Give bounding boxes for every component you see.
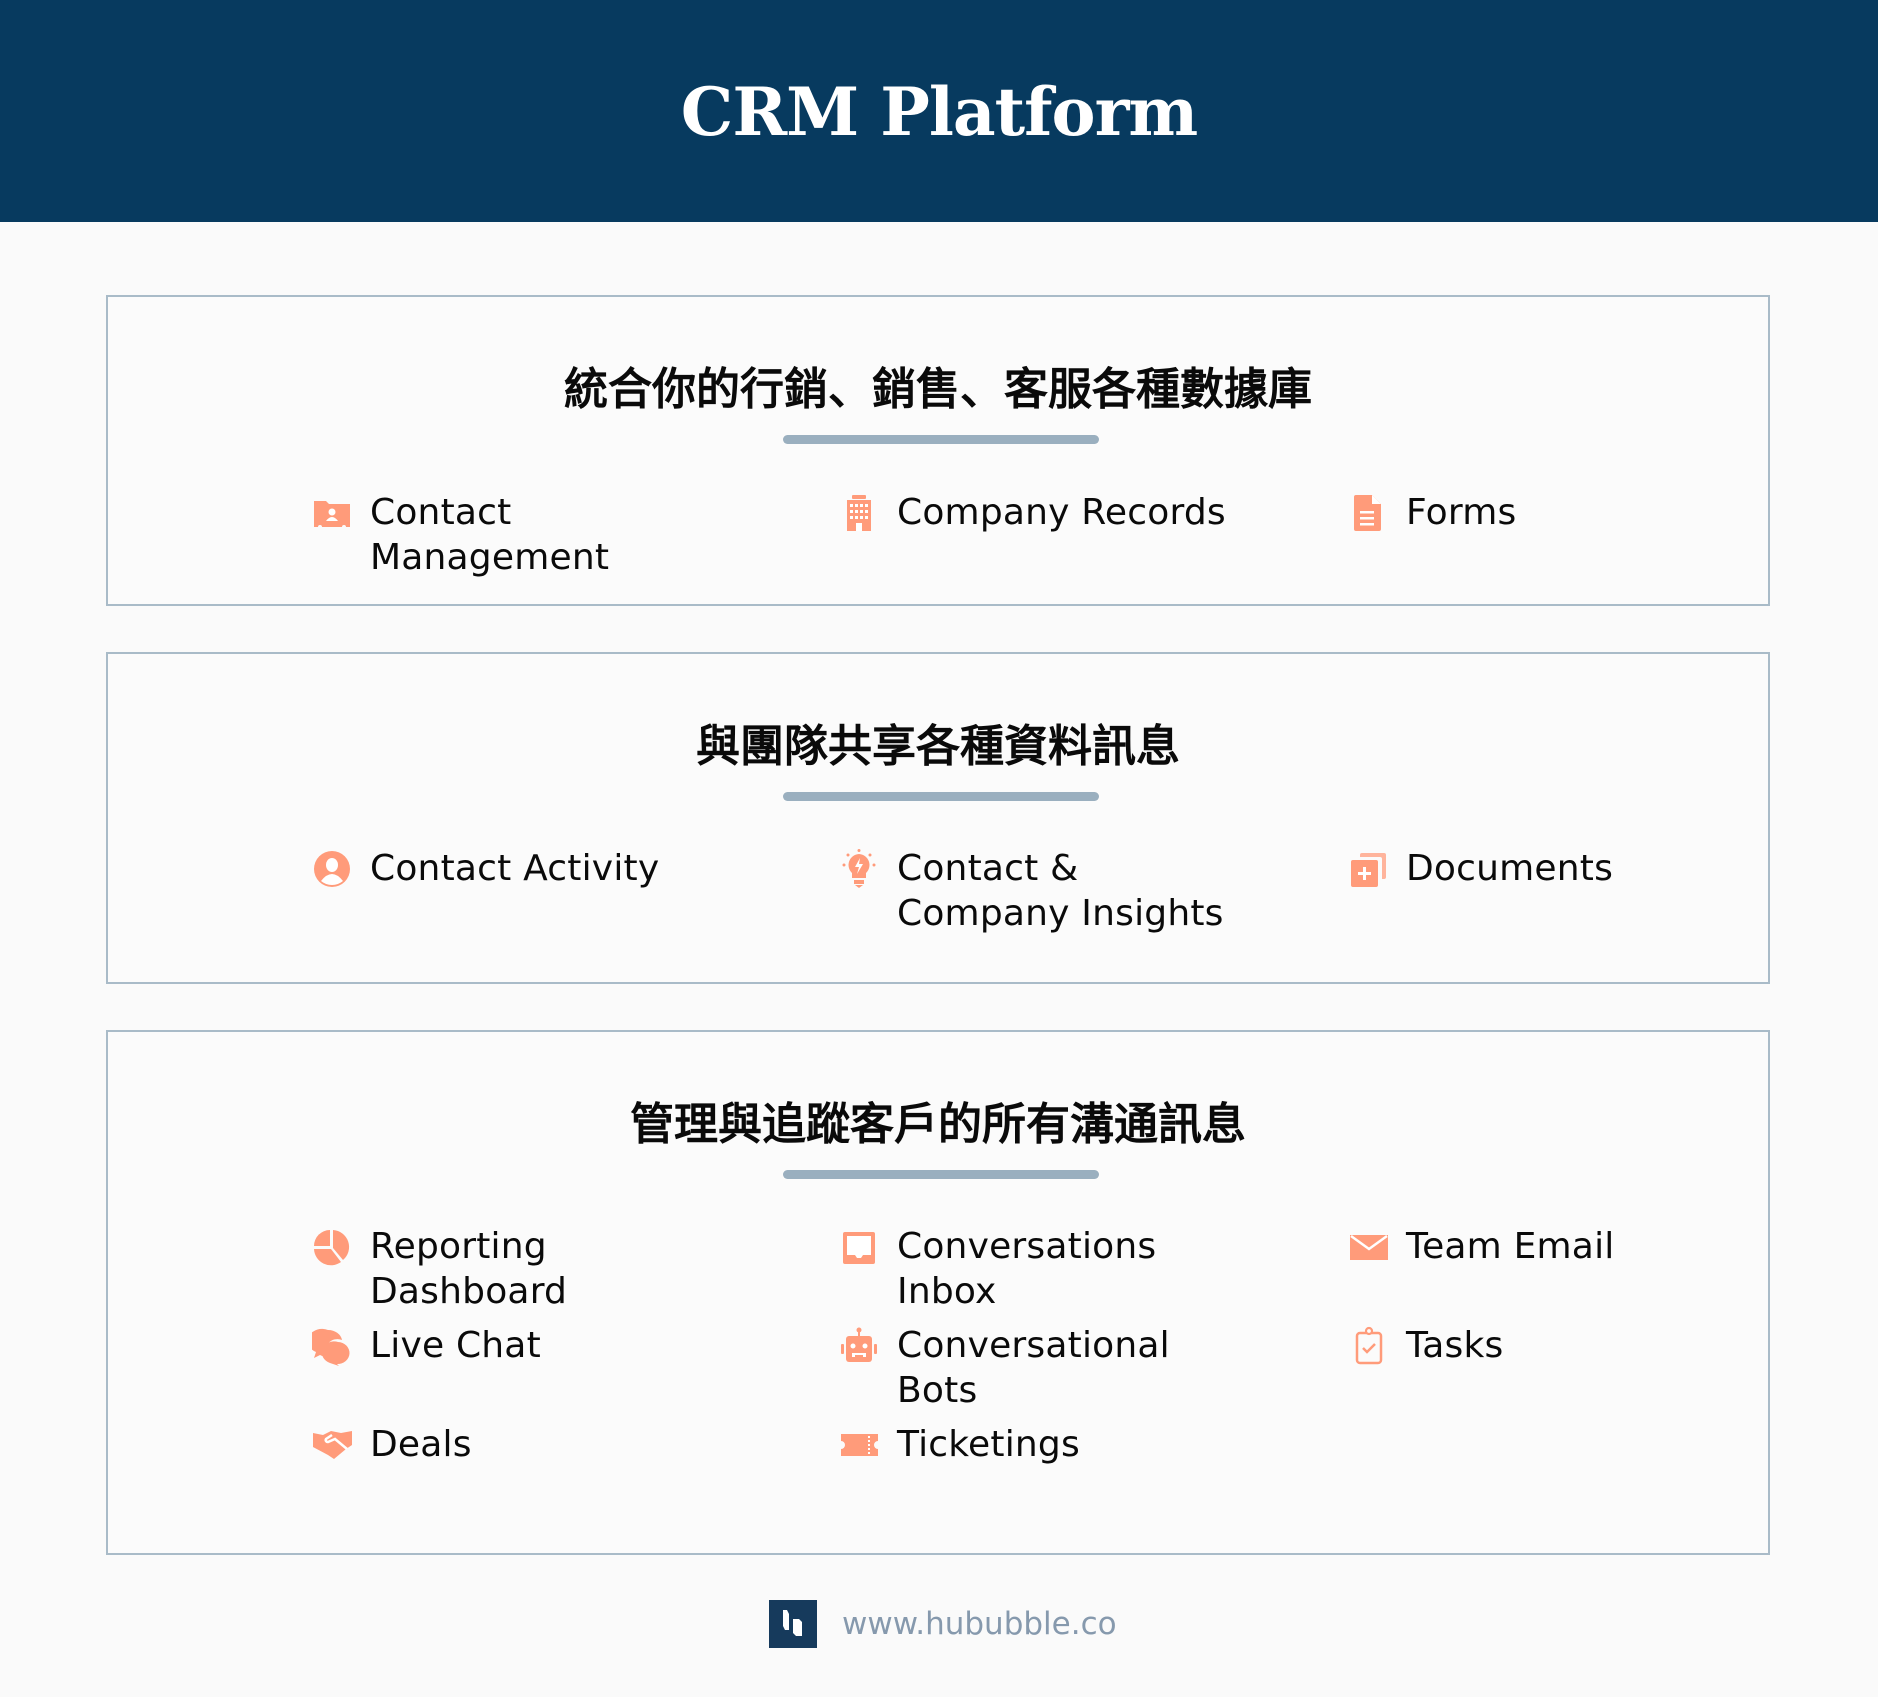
section-title: 與團隊共享各種資料訊息 [696, 721, 1180, 772]
header-banner: CRM Platform [0, 0, 1878, 222]
section-card-data-integration: 統合你的行銷、銷售、客服各種數據庫 Contact Management Com… [106, 295, 1770, 606]
clipboard-check-icon [1347, 1325, 1389, 1367]
feature-item-live-chat: Live Chat [311, 1323, 710, 1368]
documents-add-icon [1347, 848, 1389, 890]
ticket-icon [838, 1424, 880, 1466]
pie-chart-icon [311, 1226, 353, 1268]
feature-item-reporting-dashboard: Reporting Dashboard [311, 1224, 710, 1314]
document-icon [1347, 492, 1389, 534]
section-divider [783, 792, 1099, 801]
feature-label: Ticketings [897, 1424, 1080, 1465]
feature-label: Company Records [897, 492, 1226, 533]
feature-item-deals: Deals [311, 1422, 710, 1467]
feature-label: Contact Management [370, 492, 610, 578]
user-circle-icon [311, 848, 353, 890]
contact-folder-icon [311, 492, 353, 534]
inbox-icon [838, 1226, 880, 1268]
envelope-icon [1347, 1226, 1389, 1268]
handshake-icon [311, 1424, 353, 1466]
feature-item-documents: Documents [1347, 846, 1746, 891]
feature-label: Contact Activity [370, 848, 660, 889]
feature-item-conversations-inbox: Conversations Inbox [838, 1224, 1237, 1314]
feature-label: Forms [1406, 492, 1517, 533]
feature-item-insights: Contact & Company Insights [838, 846, 1237, 936]
feature-label: Deals [370, 1424, 472, 1465]
section-divider [783, 435, 1099, 444]
feature-item-team-email: Team Email [1347, 1224, 1746, 1269]
page-title: CRM Platform [680, 73, 1198, 151]
footer: www.hububble.co [769, 1600, 1117, 1648]
feature-label: Documents [1406, 848, 1614, 889]
chat-bubbles-icon [311, 1325, 353, 1367]
feature-item-conversational-bots: Conversational Bots [838, 1323, 1237, 1413]
section-card-communications: 管理與追蹤客戶的所有溝通訊息 Reporting Dashboard Conve… [106, 1030, 1770, 1555]
website-link[interactable]: www.hububble.co [842, 1606, 1117, 1642]
feature-item-company-records: Company Records [838, 490, 1237, 535]
feature-item-forms: Forms [1347, 490, 1746, 535]
feature-item-contact-activity: Contact Activity [311, 846, 710, 891]
feature-item-tasks: Tasks [1347, 1323, 1746, 1368]
feature-label: Conversational Bots [897, 1325, 1170, 1411]
feature-item-ticketings: Ticketings [838, 1422, 1237, 1467]
lightbulb-icon [838, 848, 880, 890]
feature-label: Team Email [1406, 1226, 1615, 1267]
feature-label: Contact & Company Insights [897, 848, 1224, 934]
section-divider [783, 1170, 1099, 1179]
feature-label: Live Chat [370, 1325, 541, 1366]
section-title: 管理與追蹤客戶的所有溝通訊息 [630, 1099, 1246, 1150]
feature-label: Conversations Inbox [897, 1226, 1157, 1312]
robot-icon [838, 1325, 880, 1367]
feature-label: Reporting Dashboard [370, 1226, 568, 1312]
building-icon [838, 492, 880, 534]
hububble-logo-icon [769, 1600, 817, 1648]
section-title: 統合你的行銷、銷售、客服各種數據庫 [564, 364, 1312, 415]
section-card-team-sharing: 與團隊共享各種資料訊息 Contact Activity Contact & C… [106, 652, 1770, 984]
feature-label: Tasks [1406, 1325, 1504, 1366]
feature-item-contact-management: Contact Management [311, 490, 710, 580]
